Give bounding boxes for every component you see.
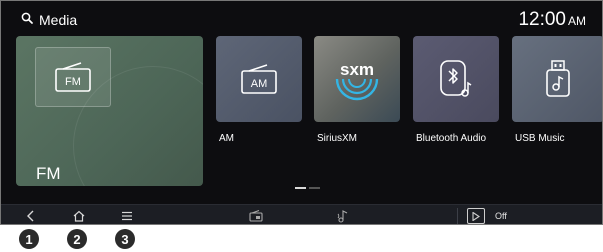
callout-3: 3 (115, 229, 135, 249)
tile-siriusxm-label: SiriusXM (317, 133, 358, 144)
bottom-bar-divider (457, 208, 458, 224)
bluetooth-audio-icon (440, 60, 472, 97)
siriusxm-icon: sxm (335, 60, 379, 101)
tile-bluetooth[interactable] (413, 36, 499, 122)
radio-icon (249, 210, 263, 222)
tile-am[interactable]: AM (216, 36, 302, 122)
siriusxm-icon-text: sxm (340, 60, 374, 79)
music-button[interactable] (334, 207, 352, 224)
home-button[interactable] (69, 207, 89, 224)
clock-ampm: AM (568, 14, 586, 28)
clock: 12:00 AM (518, 9, 586, 31)
am-icon-text: AM (251, 78, 268, 90)
media-screen: Media 12:00 AM FM FM AM sxm AM SiriusXM … (0, 0, 603, 225)
bottom-bar: Off (1, 204, 602, 224)
fm-icon-text: FM (65, 76, 81, 88)
back-button[interactable] (21, 207, 41, 224)
tile-siriusxm[interactable]: sxm (314, 36, 400, 122)
menu-icon (122, 211, 132, 221)
usb-music-icon (546, 60, 570, 97)
tile-fm-label: FM (36, 164, 61, 183)
search-title[interactable]: Media (21, 11, 77, 29)
header: Media 12:00 AM (1, 1, 602, 35)
back-arrow-icon (27, 210, 34, 222)
playback-status: Off (495, 211, 507, 221)
menu-button[interactable] (117, 207, 137, 224)
tile-usb-label: USB Music (515, 133, 565, 144)
search-icon[interactable] (21, 11, 33, 29)
home-icon (73, 210, 85, 222)
tile-usb[interactable] (512, 36, 602, 122)
radio-fm-icon: FM (35, 47, 111, 107)
callout-2: 2 (67, 229, 87, 249)
page-dot (309, 187, 320, 189)
clock-time: 12:00 (518, 9, 566, 30)
radio-button[interactable] (247, 207, 265, 224)
page-indicator (295, 187, 320, 189)
tile-bluetooth-label: Bluetooth Audio (416, 133, 487, 144)
play-icon (472, 211, 480, 221)
tile-fm[interactable]: FM FM (16, 36, 203, 186)
page-title: Media (39, 12, 78, 28)
page-dot-active (295, 187, 306, 189)
music-note-icon (337, 210, 348, 223)
radio-am-icon: AM (241, 64, 277, 94)
play-button[interactable] (467, 208, 485, 224)
tile-am-label: AM (219, 133, 234, 144)
callout-1: 1 (19, 229, 39, 249)
